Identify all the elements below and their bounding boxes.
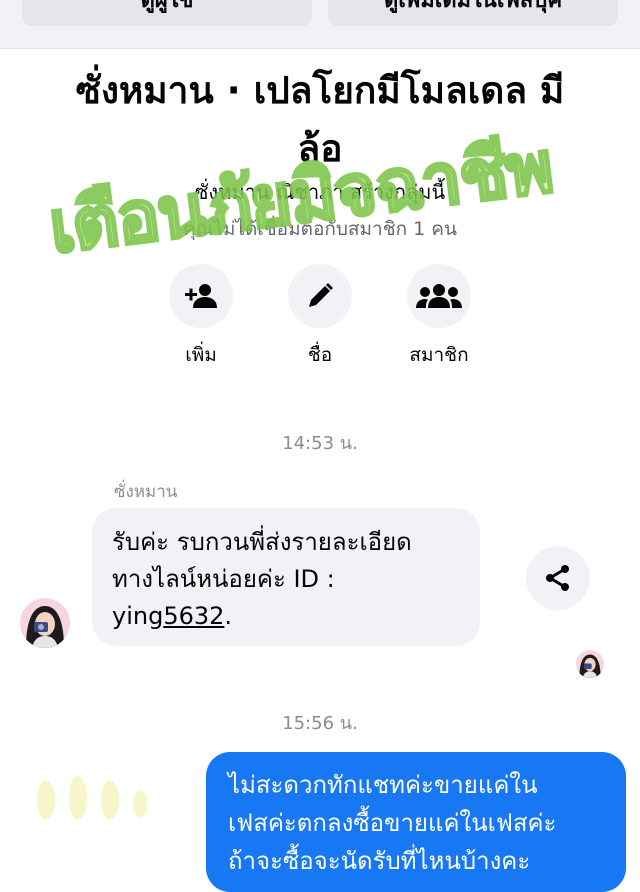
add-member-label: เพิ่ม (185, 344, 217, 366)
members-button[interactable] (407, 264, 471, 328)
group-title: ซั่งหมาน · เปลโยกมีโมลเดล มี ล้อ (24, 62, 616, 178)
share-button[interactable] (526, 546, 590, 610)
members-action[interactable]: สมาชิก (384, 264, 494, 370)
view-profile-button[interactable]: ดูผู้ใช้ (22, 0, 312, 26)
outgoing-line-3: ถ้าจะซื้อจะนัดรับที่ไหนบ้างคะ (228, 847, 531, 875)
line-id-number-link[interactable]: 5632 (163, 602, 224, 630)
edit-name-button[interactable] (288, 264, 352, 328)
connection-info-text: คุณไม่ได้เชื่อมต่อกับสมาชิก 1 คน (182, 218, 457, 240)
view-more-label: ดูเพิ่มเติมในเฟสบุ๊ค (383, 0, 563, 13)
sender-avatar[interactable] (20, 598, 70, 648)
line-id-prefix: ying (112, 602, 164, 630)
edit-name-action[interactable]: ชื่อ (265, 264, 375, 370)
sender-name: ซั่งหมาน (114, 482, 178, 502)
view-more-button[interactable]: ดูเพิ่มเติมในเฟสบุ๊ค (328, 0, 618, 26)
incoming-line-2: ทางไลน์หน่อยค่ะ ID : (112, 565, 335, 593)
outgoing-line-2: เฟสค่ะตกลงซื้อขายแค่ในเฟสค่ะ (228, 809, 557, 837)
add-member-action[interactable]: เพิ่ม (146, 264, 256, 370)
message-timestamp-2: 15:56 น. (282, 713, 358, 734)
members-label: สมาชิก (409, 344, 469, 366)
incoming-line-3: ying5632. (112, 598, 460, 635)
pencil-icon (309, 283, 333, 307)
line-id-suffix: . (224, 602, 233, 630)
incoming-line-1: รับค่ะ รบกวนพี่ส่งรายละเอียด (112, 528, 412, 556)
outgoing-message-bubble[interactable]: ไม่สะดวกทักแชทค่ะขายแค่ใน เฟสค่ะตกลงซื้อ… (206, 752, 626, 892)
read-receipt-image (576, 650, 604, 678)
avatar-image (20, 598, 70, 648)
outgoing-line-1: ไม่สะดวกทักแชทค่ะขายแค่ใน (228, 771, 538, 799)
view-profile-label: ดูผู้ใช้ (140, 0, 194, 13)
group-creator-text: ซั่งหมาน ณิชาภา สร้างกลุ่มนี้ (194, 180, 446, 204)
read-receipt-avatar (576, 650, 604, 678)
group-title-line-1: ซั่งหมาน · เปลโยกมีโมลเดล มี (75, 69, 565, 112)
decorative-blobs (37, 776, 147, 820)
share-icon (546, 565, 569, 591)
message-timestamp: 14:53 น. (282, 433, 358, 454)
top-button-bar: ดูผู้ใช้ ดูเพิ่มเติมในเฟสบุ๊ค (0, 0, 640, 49)
group-icon (416, 284, 462, 308)
person-add-icon (185, 284, 217, 308)
incoming-message-bubble[interactable]: รับค่ะ รบกวนพี่ส่งรายละเอียด ทางไลน์หน่อ… (92, 508, 480, 646)
edit-name-label: ชื่อ (307, 344, 333, 366)
add-member-button[interactable] (169, 264, 233, 328)
group-title-line-2: ล้อ (297, 127, 343, 170)
